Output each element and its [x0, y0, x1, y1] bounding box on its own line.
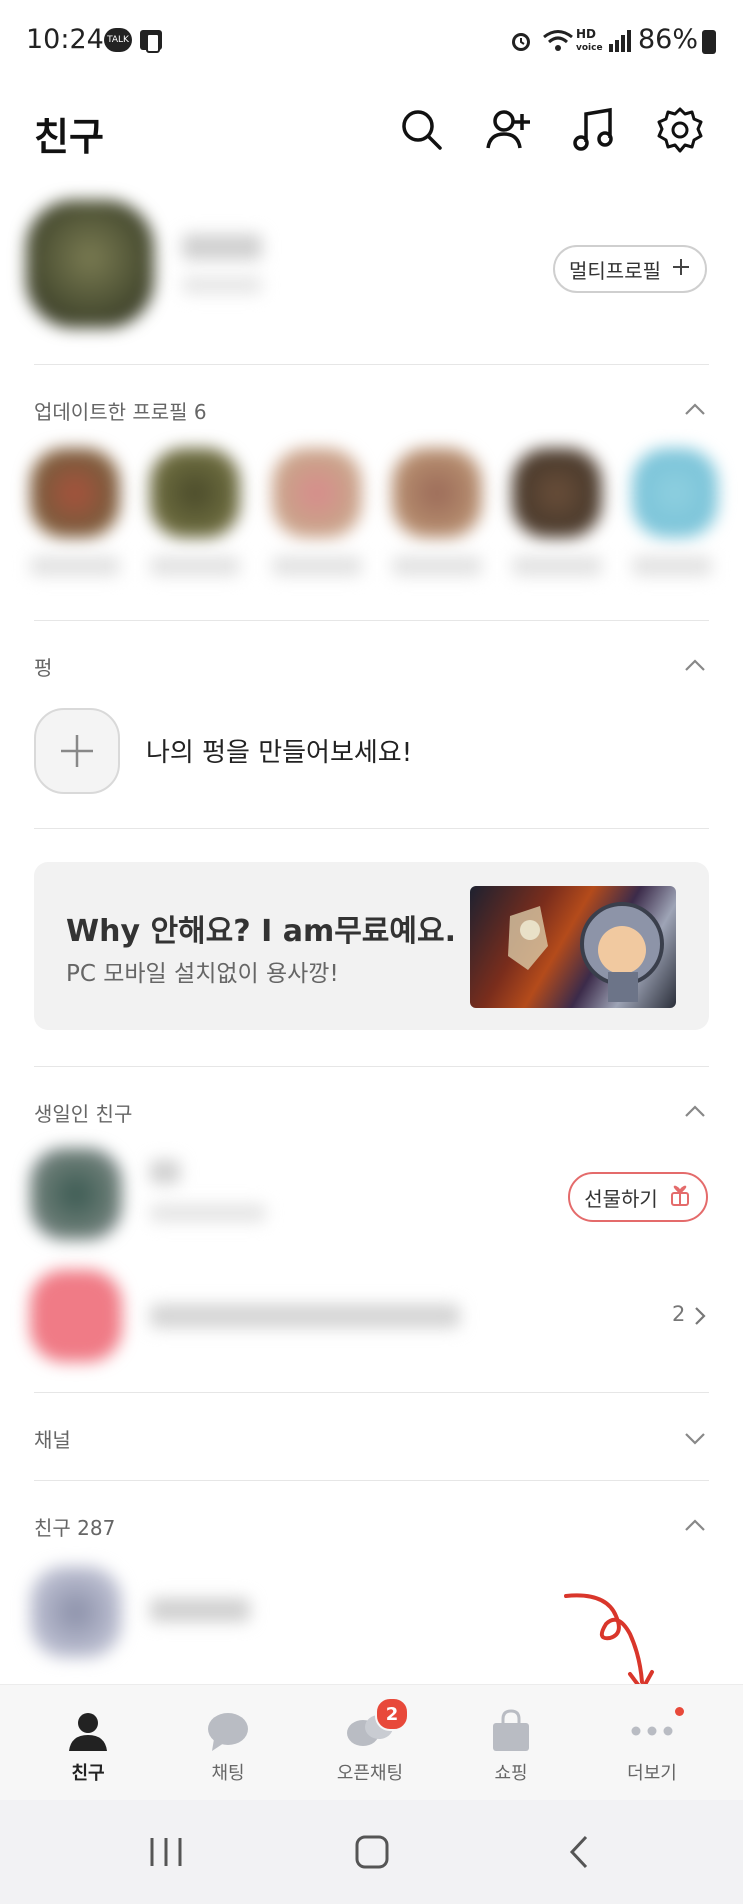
gift-icon	[668, 1183, 692, 1212]
multi-profile-button[interactable]: 멀티프로필	[553, 245, 707, 293]
back-icon[interactable]	[566, 1834, 594, 1870]
chat-bubble-icon	[206, 1709, 250, 1753]
updated-profile-avatar[interactable]	[150, 448, 240, 538]
search-icon[interactable]	[398, 106, 446, 154]
nav-label: 친구	[71, 1763, 105, 1784]
hd-voice-icon: HD voice	[576, 27, 603, 53]
system-nav-bar	[0, 1800, 743, 1904]
updated-profiles-header: 업데이트한 프로필 6	[34, 396, 207, 425]
updated-profile-name	[632, 556, 712, 576]
gift-button[interactable]: 선물하기	[568, 1172, 708, 1222]
add-pung-button[interactable]	[34, 708, 120, 794]
friends-label: 친구	[34, 1516, 71, 1540]
more-dots-icon	[627, 1707, 684, 1753]
nav-label: 채팅	[211, 1763, 245, 1784]
nav-label: 더보기	[627, 1763, 677, 1784]
talk-notification-icon: TALK	[104, 28, 132, 52]
updated-profiles-label: 업데이트한 프로필	[34, 400, 188, 424]
divider	[34, 620, 709, 621]
person-icon	[66, 1709, 110, 1753]
divider	[34, 828, 709, 829]
nav-open-chat[interactable]: 2 오픈채팅	[296, 1685, 444, 1801]
divider	[34, 1392, 709, 1393]
updated-profile-avatar[interactable]	[512, 448, 602, 538]
nav-more[interactable]: 더보기	[578, 1685, 726, 1801]
chevron-up-icon[interactable]	[683, 1100, 707, 1124]
recent-apps-icon[interactable]	[148, 1834, 184, 1870]
settings-gear-icon[interactable]	[656, 106, 704, 154]
my-profile-avatar[interactable]	[26, 200, 154, 328]
my-profile-name	[182, 234, 262, 260]
chevron-up-icon[interactable]	[683, 398, 707, 422]
birthday-friend-status	[150, 1204, 266, 1222]
updated-profile-avatar[interactable]	[272, 448, 362, 538]
plus-icon	[671, 257, 691, 282]
add-friend-icon[interactable]	[484, 106, 532, 154]
divider	[34, 1480, 709, 1481]
chevron-up-icon[interactable]	[683, 654, 707, 678]
open-chat-icon: 2	[345, 1697, 409, 1753]
new-indicator-dot	[675, 1707, 684, 1716]
chevron-down-icon[interactable]	[683, 1426, 707, 1450]
birthday-friend-avatar[interactable]	[30, 1148, 122, 1240]
birthday-friends-label: 생일인 친구	[34, 1102, 133, 1126]
wifi-icon	[542, 28, 574, 54]
banner-game-image	[470, 886, 676, 1008]
birthday-more-count[interactable]: 2	[672, 1302, 685, 1326]
phone-notification-icon	[138, 28, 164, 54]
unread-badge: 2	[375, 1697, 409, 1731]
shopping-bag-icon	[489, 1709, 533, 1753]
updated-profile-avatar[interactable]	[632, 448, 718, 538]
signal-icon	[608, 30, 632, 52]
updated-profile-avatar[interactable]	[392, 448, 482, 538]
page-title: 친구	[34, 115, 104, 159]
nav-friends[interactable]: 친구	[14, 1685, 162, 1801]
status-time: 10:24	[26, 24, 104, 55]
nav-label: 쇼핑	[494, 1763, 528, 1784]
music-icon[interactable]	[570, 106, 618, 154]
channel-label: 채널	[34, 1428, 71, 1452]
banner-title: Why 안해요? I am무료예요.	[66, 914, 457, 949]
updated-profile-name	[150, 556, 240, 576]
bottom-nav: 친구 채팅 2 오픈채팅 쇼핑 더보기	[0, 1684, 743, 1801]
battery-icon	[702, 30, 716, 54]
battery-percent: 86%	[638, 24, 699, 55]
pung-label: 펑	[34, 656, 53, 680]
updated-profile-avatar[interactable]	[30, 448, 120, 538]
updated-profile-name	[272, 556, 362, 576]
updated-profiles-count: 6	[193, 400, 207, 424]
multi-profile-label: 멀티프로필	[569, 258, 661, 283]
birthday-group-names	[150, 1304, 460, 1328]
pung-cta[interactable]: 나의 펑을 만들어보세요!	[146, 732, 412, 769]
nav-label: 오픈채팅	[336, 1763, 404, 1784]
friend-avatar[interactable]	[30, 1566, 122, 1658]
divider	[34, 364, 709, 365]
alarm-icon	[508, 28, 534, 54]
divider	[34, 1066, 709, 1067]
birthday-group-avatar[interactable]	[30, 1270, 122, 1362]
chevron-right-icon[interactable]	[690, 1304, 710, 1328]
birthday-friend-name	[150, 1160, 180, 1184]
gift-label: 선물하기	[584, 1186, 658, 1211]
updated-profile-name	[30, 556, 120, 576]
friend-name	[150, 1598, 250, 1622]
friends-header: 친구 287	[34, 1512, 115, 1541]
friends-count: 287	[77, 1516, 116, 1540]
banner-subtitle: PC 모바일 설치없이 용사깡!	[66, 961, 339, 987]
nav-chats[interactable]: 채팅	[154, 1685, 302, 1801]
my-profile-status	[182, 276, 262, 294]
ad-banner[interactable]: Why 안해요? I am무료예요. PC 모바일 설치없이 용사깡!	[34, 862, 709, 1030]
status-bar: 10:24 TALK HD voice 86%	[0, 0, 743, 86]
home-icon[interactable]	[354, 1834, 390, 1870]
nav-shopping[interactable]: 쇼핑	[437, 1685, 585, 1801]
updated-profile-name	[392, 556, 482, 576]
chevron-up-icon[interactable]	[683, 1514, 707, 1538]
updated-profile-name	[512, 556, 602, 576]
plus-icon	[61, 735, 93, 767]
